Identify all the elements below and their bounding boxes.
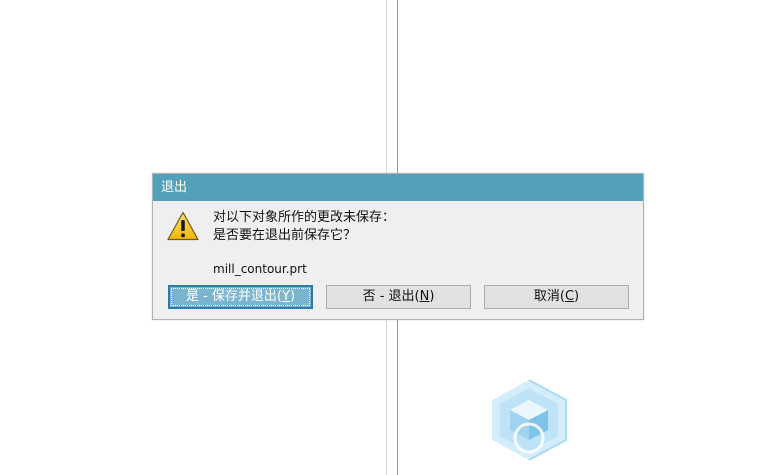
message-line-1: 对以下对象所作的更改未保存： bbox=[213, 210, 396, 225]
save-and-exit-button-content: 是 - 保存并退出(Y) bbox=[171, 288, 310, 306]
exit-without-saving-label-end: ) bbox=[429, 289, 435, 304]
dialog-title: 退出 bbox=[161, 180, 188, 195]
dialog-titlebar[interactable]: 退出 bbox=[153, 174, 643, 201]
warning-icon bbox=[167, 211, 199, 241]
exit-without-saving-label: 否 - 退出( bbox=[362, 289, 420, 304]
message-line-2: 是否要在退出前保存它？ bbox=[213, 228, 357, 243]
cancel-label: 取消( bbox=[533, 289, 565, 304]
save-and-exit-accelerator: Y bbox=[282, 289, 290, 304]
exit-without-saving-accelerator: N bbox=[419, 289, 430, 304]
cube-hexagon-logo-icon bbox=[492, 379, 567, 461]
exit-without-saving-button[interactable]: 否 - 退出(N) bbox=[326, 285, 471, 309]
cancel-button[interactable]: 取消(C) bbox=[484, 285, 629, 309]
save-and-exit-button[interactable]: 是 - 保存并退出(Y) bbox=[168, 285, 313, 309]
cancel-label-end: ) bbox=[574, 289, 580, 304]
dialog-message: 对以下对象所作的更改未保存： 是否要在退出前保存它？ bbox=[213, 209, 395, 245]
unsaved-file-name: mill_contour.prt bbox=[213, 262, 307, 276]
cancel-accelerator: C bbox=[564, 289, 575, 304]
save-and-exit-label-end: ) bbox=[289, 289, 296, 304]
save-and-exit-label: 是 - 保存并退出( bbox=[185, 289, 282, 304]
exit-dialog: 退出 对以下对象所作的更改未保存： 是否要在退出前保存它？ mill_conto… bbox=[152, 173, 644, 320]
